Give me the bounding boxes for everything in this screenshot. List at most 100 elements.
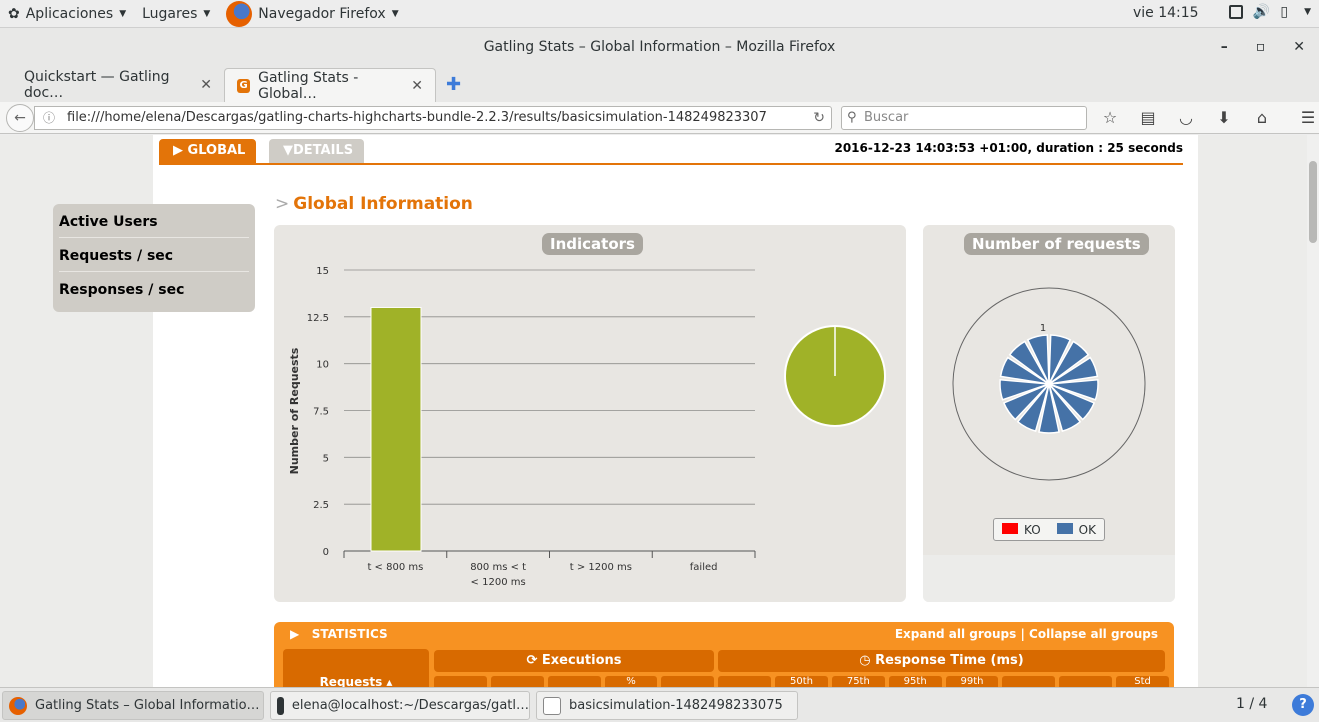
places-menu[interactable]: Lugares ▼ — [134, 0, 218, 28]
vertical-scrollbar[interactable] — [1307, 135, 1319, 687]
url-bar[interactable]: ⓘ file:///home/elena/Descargas/gatling-c… — [34, 106, 832, 130]
statistics-sub-header[interactable] — [661, 676, 715, 687]
section-title: > Global Information — [275, 194, 473, 214]
statistics-sub-header[interactable]: 99th — [945, 676, 999, 687]
tab-label: Gatling Stats - Global… — [258, 69, 359, 102]
legend-swatch — [1056, 522, 1073, 534]
gnome-top-bar: ✿ Aplicaciones ▼ Lugares ▼ Navegador Firef… — [0, 0, 1319, 28]
clock[interactable]: vie 14:15 — [1133, 5, 1199, 21]
statistics-sub-header[interactable] — [490, 676, 544, 687]
side-menu-requests-per-sec[interactable]: Requests / sec — [59, 238, 249, 272]
statistics-sub-header[interactable]: 75th — [831, 676, 885, 687]
url-text: file:///home/elena/Descargas/gatling-cha… — [67, 110, 767, 125]
apps-menu[interactable]: ✿ Aplicaciones ▼ — [0, 0, 134, 28]
close-tab-icon[interactable]: ✕ — [411, 78, 423, 94]
statistics-sub-header[interactable] — [1002, 676, 1056, 687]
taskbar-item-firefox[interactable]: Gatling Stats – Global Informatio… — [2, 691, 264, 720]
document-icon — [543, 696, 561, 715]
number-of-requests-chart: 1 — [952, 287, 1146, 481]
side-menu: Active Users Requests / sec Responses / … — [53, 204, 255, 312]
window-icon — [1228, 5, 1243, 19]
maximize-button[interactable]: ▫ — [1256, 28, 1266, 66]
legend-item-ko[interactable]: KO — [1002, 522, 1041, 537]
collapse-all-link[interactable]: Collapse all groups — [1029, 627, 1158, 641]
close-tab-icon[interactable]: ✕ — [200, 77, 212, 93]
chevron-down-icon: ▼ — [1304, 7, 1311, 17]
expand-all-link[interactable]: Expand all groups — [895, 627, 1016, 641]
tab-global[interactable]: ▶ GLOBAL — [159, 139, 256, 163]
bar — [370, 306, 422, 552]
executions-header: ⟳ Executions — [434, 650, 714, 672]
system-tray[interactable]: 🔊 ▯ ▼ — [1228, 4, 1311, 20]
y-tick-label: 10 — [316, 360, 329, 371]
minimize-button[interactable]: – — [1221, 28, 1228, 66]
volume-icon: 🔊 — [1252, 4, 1271, 20]
pocket-icon[interactable]: ◡ — [1176, 108, 1196, 127]
new-tab-button[interactable]: ✚ — [446, 74, 461, 95]
info-icon[interactable]: ⓘ — [43, 107, 55, 129]
navigation-bar: ← ⓘ file:///home/elena/Descargas/gatling… — [0, 102, 1319, 134]
app-menu[interactable]: Navegador Firefox ▼ — [218, 0, 406, 28]
y-axis-label: Number of Requests — [288, 347, 301, 474]
statistics-header[interactable]: ▶ STATISTICS — [290, 627, 388, 641]
statistics-sub-header[interactable]: Std — [1116, 676, 1169, 687]
window-title: Gatling Stats – Global Information – Moz… — [483, 39, 836, 55]
taskbar-item-file[interactable]: basicsimulation-1482498233075 — [536, 691, 798, 720]
search-input[interactable]: ⚲ Buscar — [841, 106, 1087, 130]
hamburger-menu-icon[interactable]: ☰ — [1298, 108, 1318, 127]
statistics-sub-header[interactable]: 95th — [888, 676, 942, 687]
chevron-down-icon: ▼ — [391, 8, 399, 19]
y-tick-label: 0 — [323, 547, 329, 558]
requests-column-header[interactable]: Requests ▴ — [283, 649, 429, 687]
reading-list-icon[interactable]: ▤ — [1138, 108, 1158, 127]
workspace-pager[interactable]: 1 / 4 — [1236, 696, 1267, 712]
tab-details[interactable]: ▼DETAILS — [269, 139, 364, 163]
back-button[interactable]: ← — [6, 104, 34, 132]
statistics-sub-header[interactable] — [434, 676, 487, 687]
statistics-sub-header[interactable] — [718, 676, 772, 687]
chevron-down-icon: ▼ — [119, 8, 127, 19]
statistics-sub-header[interactable] — [1059, 676, 1113, 687]
x-tick-label: 800 ms < t < 1200 ms — [470, 562, 526, 588]
side-menu-active-users[interactable]: Active Users — [59, 204, 249, 238]
panel-footer — [923, 555, 1175, 602]
tab-quickstart[interactable]: Quickstart — Gatling doc… ✕ — [12, 68, 224, 102]
firefox-icon — [9, 696, 27, 715]
y-tick-label: 12.5 — [307, 313, 329, 324]
tab-strip: Quickstart — Gatling doc… ✕ G Gatling St… — [0, 66, 1319, 102]
y-tick-label: 7.5 — [313, 407, 329, 418]
side-menu-responses-per-sec[interactable]: Responses / sec — [59, 272, 249, 306]
reload-icon[interactable]: ↻ — [813, 107, 825, 129]
x-tick-label: t > 1200 ms — [570, 562, 632, 573]
search-icon: ⚲ — [847, 110, 857, 125]
y-tick-label: 2.5 — [313, 500, 329, 511]
y-tick-label: 15 — [316, 266, 329, 277]
search-placeholder: Buscar — [864, 110, 909, 125]
bookmark-star-icon[interactable]: ☆ — [1100, 108, 1120, 127]
indicators-chart: 0 2.5 5 7.5 10 12.5 15 t < 800 ms 800 ms < t < 12… — [288, 266, 886, 588]
download-icon[interactable]: ⬇ — [1214, 108, 1234, 127]
legend-item-ok[interactable]: OK — [1056, 522, 1096, 537]
window-titlebar: Gatling Stats – Global Information – Moz… — [0, 28, 1319, 66]
home-icon[interactable]: ⌂ — [1252, 108, 1272, 127]
terminal-icon — [277, 696, 284, 715]
indicators-panel: Indicators 0 2.5 5 7.5 10 12.5 15 t < 800 ms 800… — [274, 225, 906, 602]
legend-swatch — [1002, 522, 1018, 534]
battery-icon: ▯ — [1280, 4, 1289, 20]
chevron-down-icon: ▼ — [203, 8, 211, 19]
run-info: 2016-12-23 14:03:53 +01:00, duration : 2… — [834, 141, 1183, 155]
statistics-sub-header[interactable]: 50th — [775, 676, 828, 687]
statistics-sub-header[interactable] — [547, 676, 601, 687]
chart-legend[interactable]: KO OK — [993, 518, 1105, 541]
taskbar: Gatling Stats – Global Informatio… elena… — [0, 687, 1319, 722]
help-icon[interactable]: ? — [1292, 694, 1314, 716]
tab-gatling-stats[interactable]: G Gatling Stats - Global… ✕ — [224, 68, 436, 102]
taskbar-item-terminal[interactable]: elena@localhost:~/Descargas/gatl… — [270, 691, 530, 720]
toolbar-icons: ☆ ▤ ◡ ⬇ ⌂ ☰ — [1100, 108, 1318, 127]
gatling-icon: G — [237, 78, 251, 93]
y-tick-label: 5 — [323, 453, 329, 464]
statistics-sub-header[interactable]: % — [604, 676, 658, 687]
scrollbar-thumb[interactable] — [1309, 161, 1317, 243]
clock-icon: ◷ — [859, 653, 871, 668]
close-window-button[interactable]: ✕ — [1293, 28, 1305, 66]
